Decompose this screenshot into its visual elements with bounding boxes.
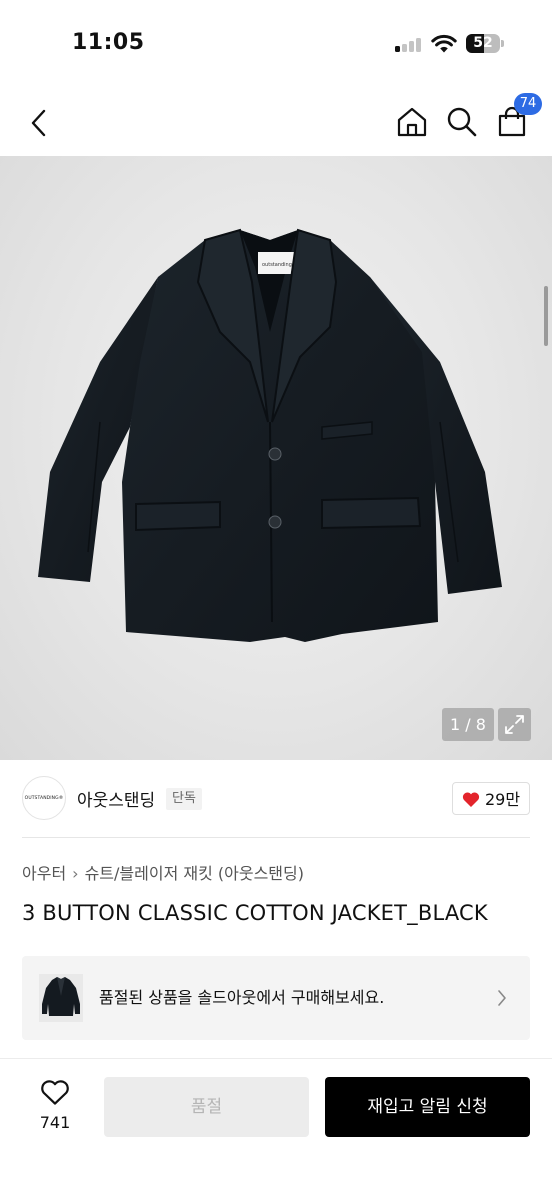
cart-count-badge: 74	[514, 93, 542, 115]
status-time: 11:05	[72, 30, 145, 55]
breadcrumb: 아우터 › 슈트/블레이저 재킷 (아웃스탠딩)	[22, 860, 304, 884]
brand-row: OUTSTANDING® 아웃스탠딩 단독 29만	[0, 760, 552, 838]
soldout-banner[interactable]: 품절된 상품을 솔드아웃에서 구매해보세요.	[22, 956, 530, 1040]
battery-icon: 52	[466, 34, 504, 53]
banner-text: 품절된 상품을 솔드아웃에서 구매해보세요.	[99, 988, 385, 1007]
scroll-indicator[interactable]	[544, 286, 548, 346]
brand-name[interactable]: 아웃스탠딩	[77, 786, 155, 811]
cart-button[interactable]: 74	[496, 93, 542, 138]
product-image: outstanding	[38, 228, 502, 642]
soldout-button[interactable]: 품절	[104, 1077, 309, 1137]
status-bar: 11:05 52	[0, 0, 552, 90]
brand-like-button[interactable]: 29만	[452, 782, 530, 815]
divider	[22, 837, 530, 838]
chevron-right-icon: ›	[72, 864, 79, 883]
heart-filled-icon	[462, 792, 480, 807]
brand-like-count: 29만	[485, 790, 521, 809]
home-icon[interactable]	[396, 106, 428, 138]
banner-thumbnail	[39, 974, 83, 1022]
restock-notify-button[interactable]: 재입고 알림 신청	[325, 1077, 530, 1137]
breadcrumb-subcategory[interactable]: 슈트/블레이저 재킷 (아웃스탠딩)	[85, 864, 304, 883]
search-icon[interactable]	[446, 106, 478, 138]
expand-image-button[interactable]	[498, 708, 531, 741]
chevron-right-icon	[498, 990, 506, 1006]
wifi-icon	[431, 34, 457, 53]
wishlist-button[interactable]: 741	[30, 1079, 80, 1139]
bottom-action-bar: 741 품절 재입고 알림 신청	[0, 1058, 552, 1200]
product-image-gallery[interactable]: outstanding 1 / 8	[0, 156, 552, 760]
battery-level: 52	[473, 35, 493, 51]
brand-logo[interactable]: OUTSTANDING®	[22, 776, 66, 820]
svg-text:outstanding: outstanding	[262, 262, 292, 268]
exclusive-badge: 단독	[166, 788, 202, 810]
top-nav-bar: 74	[0, 90, 552, 156]
cellular-signal-icon	[395, 38, 423, 52]
product-title: 3 BUTTON CLASSIC COTTON JACKET_BLACK	[22, 901, 488, 925]
breadcrumb-category[interactable]: 아우터	[22, 864, 66, 883]
expand-icon	[505, 715, 524, 734]
image-counter: 1 / 8	[442, 708, 494, 741]
heart-outline-icon	[41, 1080, 69, 1105]
wishlist-count: 741	[39, 1113, 71, 1132]
back-icon[interactable]	[28, 108, 50, 138]
